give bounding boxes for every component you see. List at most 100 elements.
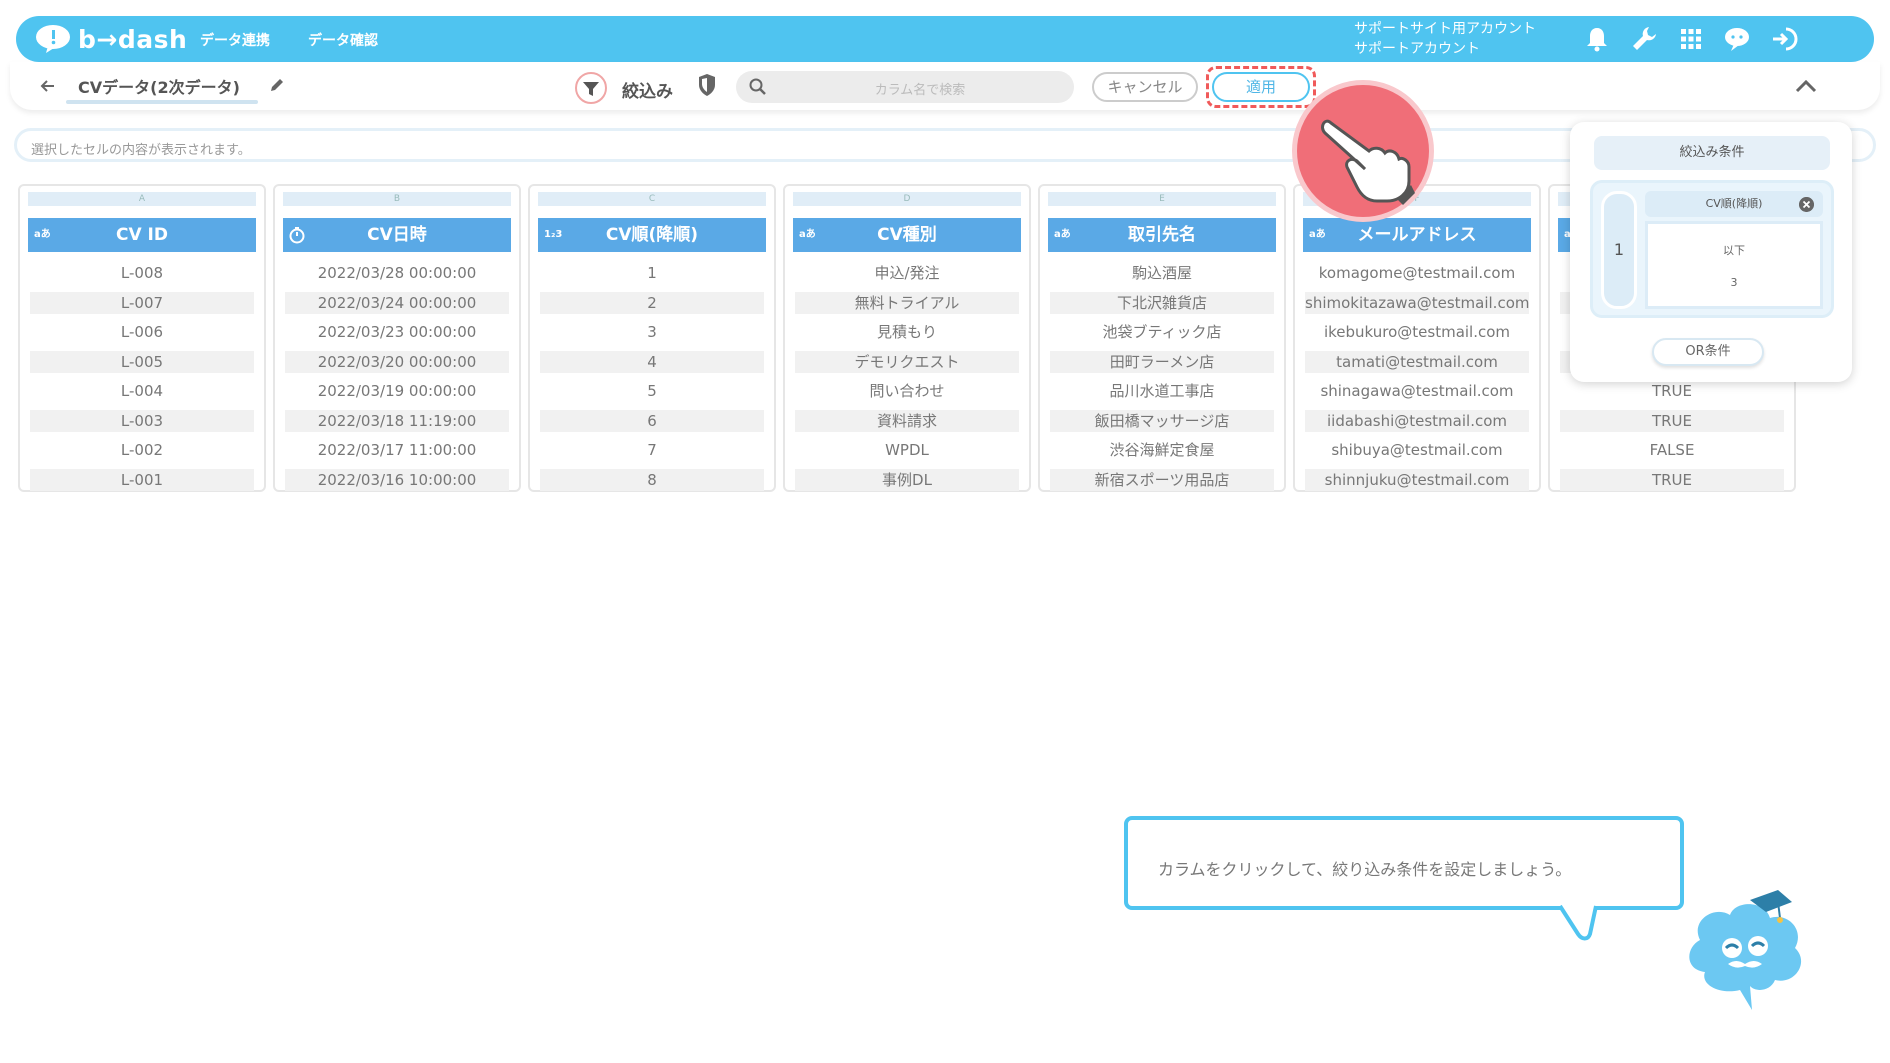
table-cell[interactable]: 飯田橋マッサージ店 (1050, 409, 1274, 432)
table-cell[interactable]: 2022/03/16 10:00:00 (285, 468, 509, 491)
table-cell[interactable]: shibuya@testmail.com (1305, 439, 1529, 461)
table-cell[interactable]: 2022/03/17 11:00:00 (285, 439, 509, 461)
account-site-name: サポートサイト用アカウント (1354, 21, 1536, 37)
edit-pencil-icon[interactable] (268, 76, 286, 94)
filter-condition-box[interactable]: 以下 3 (1645, 221, 1823, 309)
table-cell[interactable]: WPDL (795, 439, 1019, 461)
table-cell[interactable]: iidabashi@testmail.com (1305, 409, 1529, 432)
table-cell[interactable]: 4 (540, 350, 764, 373)
table-cell[interactable]: 申込/発注 (795, 262, 1019, 284)
table-cell[interactable]: 2022/03/18 11:19:00 (285, 409, 509, 432)
table-cell[interactable]: 2022/03/23 00:00:00 (285, 321, 509, 343)
column-header[interactable]: CV日時 (283, 218, 511, 252)
table-cell[interactable]: shinnjuku@testmail.com (1305, 468, 1529, 491)
table-cell[interactable]: 5 (540, 380, 764, 402)
guide-speech-bubble: カラムをクリックして、絞り込み条件を設定しましょう。 (1124, 816, 1684, 910)
table-cell[interactable]: L-001 (30, 468, 254, 491)
table-cell[interactable]: 品川水道工事店 (1050, 380, 1274, 402)
guide-message: カラムをクリックして、絞り込み条件を設定しましょう。 (1158, 860, 1572, 879)
chat-icon[interactable] (1722, 24, 1752, 54)
column-header[interactable]: aあ メールアドレス (1303, 218, 1531, 252)
grid-icon[interactable] (1676, 24, 1706, 54)
table-cell[interactable]: komagome@testmail.com (1305, 262, 1529, 284)
table-cell[interactable]: 田町ラーメン店 (1050, 350, 1274, 373)
table-cell[interactable]: L-006 (30, 321, 254, 343)
datetime-type-icon (289, 227, 305, 244)
table-cell[interactable]: 問い合わせ (795, 380, 1019, 402)
table-cell[interactable]: L-003 (30, 409, 254, 432)
column-header[interactable]: 1₂3 CV順(降順) (538, 218, 766, 252)
table-cell[interactable]: 事例DL (795, 468, 1019, 491)
bell-icon[interactable] (1582, 24, 1612, 54)
table-cell[interactable]: shinagawa@testmail.com (1305, 380, 1529, 402)
funnel-icon (583, 82, 599, 96)
wrench-icon[interactable] (1630, 24, 1660, 54)
pointing-hand-icon (1321, 119, 1415, 205)
table-cell[interactable]: L-007 (30, 291, 254, 314)
table-cell[interactable]: 池袋ブティック店 (1050, 321, 1274, 343)
table-cell[interactable]: L-008 (30, 262, 254, 284)
remove-condition-icon[interactable] (1799, 197, 1814, 212)
logo-text: b→dash (78, 24, 188, 54)
column-header-label: 取引先名 (1128, 225, 1196, 245)
table-cell[interactable]: デモリクエスト (795, 350, 1019, 373)
table-cell[interactable]: 無料トライアル (795, 291, 1019, 314)
table-cell[interactable]: 見積もり (795, 321, 1019, 343)
table-cell[interactable]: ikebukuro@testmail.com (1305, 321, 1529, 343)
cancel-button[interactable]: キャンセル (1092, 72, 1198, 102)
data-column[interactable]: Eaあ 取引先名駒込酒屋下北沢雑貨店 池袋ブティック店 田町ラーメン店 品川水道工事店飯… (1038, 184, 1286, 492)
table-cell[interactable]: 2022/03/20 00:00:00 (285, 350, 509, 373)
nav-data-check[interactable]: データ確認 (308, 30, 378, 50)
table-cell[interactable]: FALSE (1560, 439, 1784, 461)
chevron-up-icon[interactable] (1794, 76, 1818, 96)
column-header[interactable]: aあ CV種別 (793, 218, 1021, 252)
table-cell[interactable]: L-005 (30, 350, 254, 373)
filter-conditions-panel: 絞込み条件 1 CV順(降順) 以下 3 OR条件 (1570, 122, 1852, 382)
table-cell[interactable]: 2 (540, 291, 764, 314)
table-cell[interactable]: 新宿スポーツ用品店 (1050, 468, 1274, 491)
nav-data-integration[interactable]: データ連携 (200, 30, 270, 50)
logout-icon[interactable] (1770, 24, 1800, 54)
table-cell[interactable]: 7 (540, 439, 764, 461)
table-cell[interactable]: shimokitazawa@testmail.com (1305, 291, 1529, 314)
column-header[interactable]: aあ CV ID (28, 218, 256, 252)
b-dash-logo[interactable]: b→dash (34, 22, 187, 56)
back-arrow-icon[interactable] (38, 76, 58, 96)
table-cell[interactable]: 駒込酒屋 (1050, 262, 1274, 284)
table-cell[interactable]: 2022/03/19 00:00:00 (285, 380, 509, 402)
data-column[interactable]: C 1₂3 CV順(降順) 1 2 3 4 5 6 7 8 (528, 184, 776, 492)
table-cell[interactable]: 資料請求 (795, 409, 1019, 432)
filter-toggle-button[interactable] (575, 72, 607, 104)
table-cell[interactable]: L-004 (30, 380, 254, 402)
column-search-input[interactable]: カラム名で検索 (736, 71, 1074, 103)
page-title-wrap: CVデータ(2次データ) (66, 74, 258, 104)
table-cell[interactable]: 下北沢雑貨店 (1050, 291, 1274, 314)
data-column[interactable]: Faあ メールアドレス komagome@testmail.com shimokita… (1293, 184, 1541, 492)
table-cell[interactable]: TRUE (1560, 380, 1784, 402)
editor-toolbar: CVデータ(2次データ) 絞込み カラム名で検索 キャンセル 適用 (10, 62, 1880, 110)
column-header[interactable]: aあ 取引先名 (1048, 218, 1276, 252)
table-cell[interactable]: 渋谷海鮮定食屋 (1050, 439, 1274, 461)
shield-icon[interactable] (696, 72, 718, 98)
tutorial-pointer (1292, 80, 1434, 222)
table-cell[interactable]: 2022/03/24 00:00:00 (285, 291, 509, 314)
or-condition-button[interactable]: OR条件 (1652, 338, 1764, 366)
table-cell[interactable]: L-002 (30, 439, 254, 461)
account-user-name: サポートアカウント (1354, 41, 1480, 57)
table-cell[interactable]: tamati@testmail.com (1305, 350, 1529, 373)
data-column[interactable]: B CV日時 2022/03/28 00:00:00 2022/03/24 00:00… (273, 184, 521, 492)
data-column[interactable]: Aaあ CV ID L-008 L-007 L-006 L-005 L-004 L-003 L-… (18, 184, 266, 492)
table-cell[interactable]: 6 (540, 409, 764, 432)
table-cell[interactable]: TRUE (1560, 409, 1784, 432)
table-cell[interactable]: 3 (540, 321, 764, 343)
table-cell[interactable]: 2022/03/28 00:00:00 (285, 262, 509, 284)
account-info[interactable]: サポートサイト用アカウント サポートアカウント (1354, 19, 1536, 59)
table-cell[interactable]: 1 (540, 262, 764, 284)
apply-button[interactable]: 適用 (1212, 72, 1310, 102)
table-cell[interactable]: 8 (540, 468, 764, 491)
data-column[interactable]: Daあ CV種別 申込/発注 無料トライアル 見積もり デモリクエスト 問い合わせ 資料請求 W… (783, 184, 1031, 492)
filter-condition-column[interactable]: CV順(降順) (1645, 191, 1823, 217)
column-letter: E (1048, 192, 1276, 206)
table-cell[interactable]: TRUE (1560, 468, 1784, 491)
column-type-icon: aあ (1309, 229, 1326, 240)
